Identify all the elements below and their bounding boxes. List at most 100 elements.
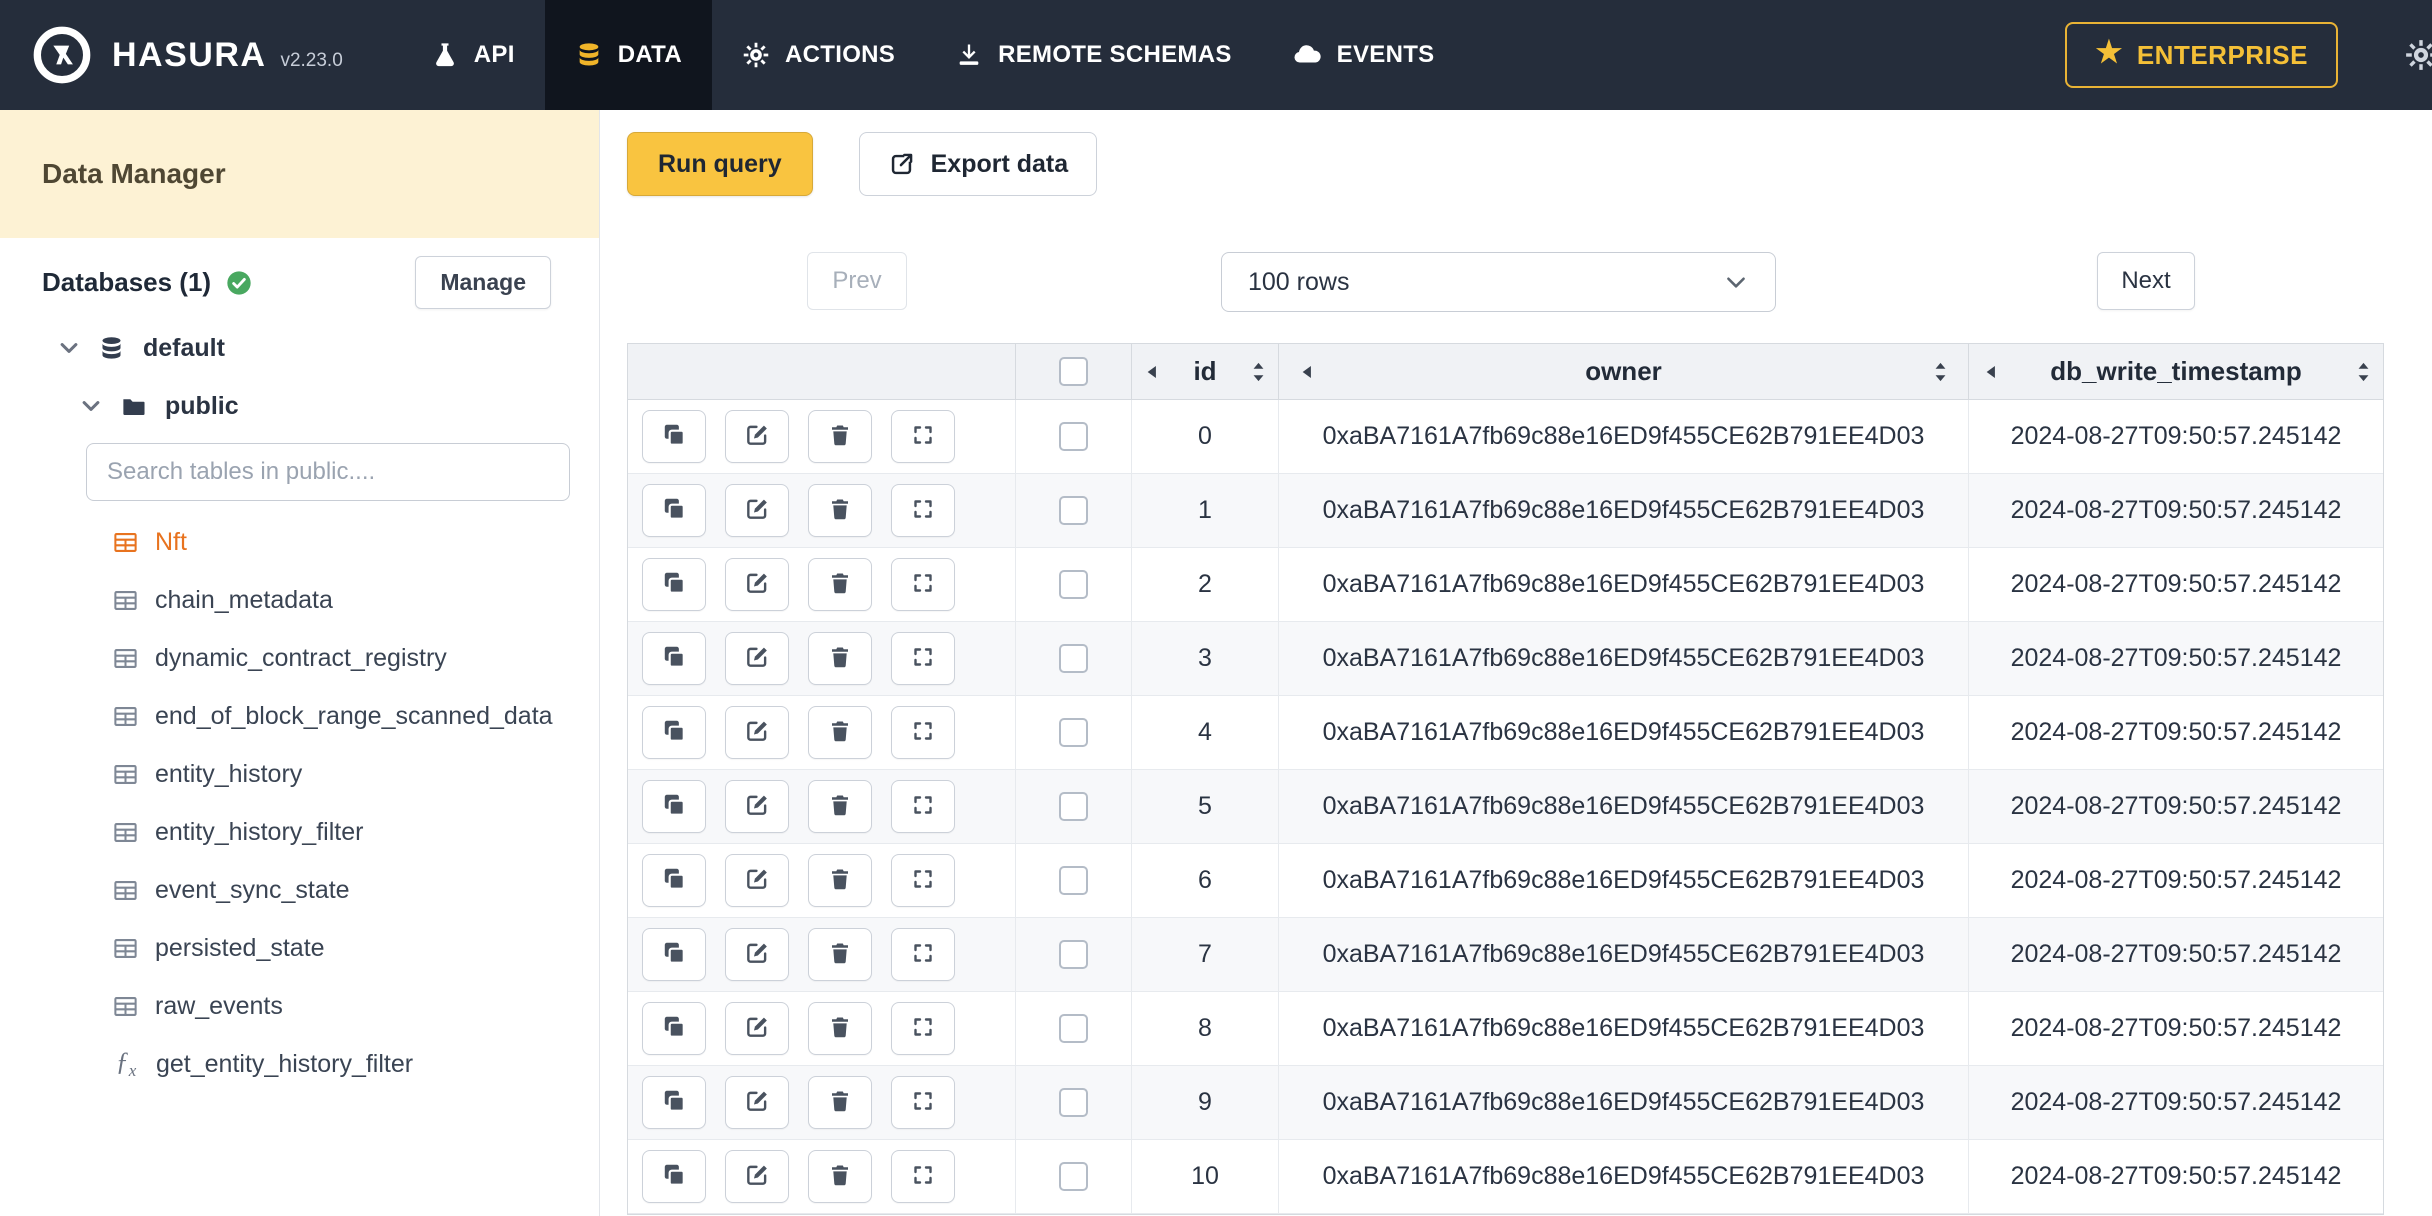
row-checkbox[interactable] (1059, 422, 1088, 451)
delete-row-button[interactable] (808, 780, 872, 833)
row-checkbox[interactable] (1059, 940, 1088, 969)
delete-row-button[interactable] (808, 706, 872, 759)
chevron-down-icon[interactable] (58, 337, 80, 359)
manage-button[interactable]: Manage (415, 256, 551, 309)
clone-row-button[interactable] (642, 1076, 706, 1129)
sidebar-table-item[interactable]: raw_events (0, 977, 599, 1035)
expand-row-button[interactable] (891, 558, 955, 611)
delete-row-button[interactable] (808, 410, 872, 463)
edit-row-button[interactable] (725, 854, 789, 907)
column-header-owner[interactable]: owner (1279, 344, 1969, 399)
delete-row-button[interactable] (808, 558, 872, 611)
edit-row-button[interactable] (725, 1150, 789, 1203)
clone-row-button[interactable] (642, 706, 706, 759)
delete-row-button[interactable] (808, 854, 872, 907)
delete-row-button[interactable] (808, 1076, 872, 1129)
row-checkbox[interactable] (1059, 1014, 1088, 1043)
row-checkbox[interactable] (1059, 792, 1088, 821)
expand-row-button[interactable] (891, 1002, 955, 1055)
sidebar-table-item[interactable]: event_sync_state (0, 861, 599, 919)
clone-row-button[interactable] (642, 558, 706, 611)
sidebar-table-item[interactable]: persisted_state (0, 919, 599, 977)
data-manager-header: Data Manager (0, 110, 599, 238)
settings-gear-icon[interactable] (2404, 38, 2432, 72)
clone-row-button[interactable] (642, 1002, 706, 1055)
sort-icon[interactable] (1933, 360, 1948, 384)
clone-row-button[interactable] (642, 780, 706, 833)
clone-row-button[interactable] (642, 632, 706, 685)
row-checkbox[interactable] (1059, 866, 1088, 895)
nav-item-actions[interactable]: ACTIONS (712, 0, 925, 110)
chevron-down-icon[interactable] (80, 395, 102, 417)
next-page-button[interactable]: Next (2097, 252, 2195, 310)
clone-row-button[interactable] (642, 484, 706, 537)
expand-row-button[interactable] (891, 928, 955, 981)
table-row: 4 0xaBA7161A7fb69c88e16ED9f455CE62B791EE… (628, 696, 2383, 770)
row-actions-cell (628, 696, 1016, 769)
edit-row-button[interactable] (725, 410, 789, 463)
edit-row-button[interactable] (725, 1076, 789, 1129)
rows-per-page-select[interactable]: 100 rows (1221, 252, 1776, 312)
browse-rows-main: Run query Export data Prev 100 rows Next… (600, 110, 2432, 1216)
table-name: event_sync_state (155, 875, 350, 904)
expand-row-button[interactable] (891, 484, 955, 537)
sidebar-table-item[interactable]: chain_metadata (0, 571, 599, 629)
clone-row-button[interactable] (642, 1150, 706, 1203)
clone-row-button[interactable] (642, 928, 706, 981)
table-name: chain_metadata (155, 585, 333, 614)
row-checkbox[interactable] (1059, 1088, 1088, 1117)
expand-row-button[interactable] (891, 1076, 955, 1129)
clone-row-button[interactable] (642, 410, 706, 463)
row-checkbox[interactable] (1059, 1162, 1088, 1191)
select-all-checkbox[interactable] (1059, 357, 1088, 386)
edit-row-button[interactable] (725, 632, 789, 685)
nav-item-api[interactable]: API (401, 0, 545, 110)
column-header-id[interactable]: id (1132, 344, 1279, 399)
row-checkbox[interactable] (1059, 718, 1088, 747)
sidebar-table-item[interactable]: entity_history (0, 745, 599, 803)
expand-row-button[interactable] (891, 854, 955, 907)
sort-icon[interactable] (2356, 360, 2371, 384)
tree-item-public-schema[interactable]: public (0, 377, 599, 435)
edit-row-button[interactable] (725, 928, 789, 981)
search-tables-input[interactable] (86, 443, 570, 501)
export-data-button[interactable]: Export data (858, 132, 1098, 196)
sort-icon[interactable] (1251, 360, 1266, 384)
tree-item-default-database[interactable]: default (0, 319, 599, 377)
delete-row-button[interactable] (808, 1002, 872, 1055)
row-actions-cell (628, 548, 1016, 621)
sidebar-table-item[interactable]: Nft (0, 513, 599, 571)
column-header-db-write-timestamp[interactable]: db_write_timestamp (1969, 344, 2383, 399)
nav-item-remote-schemas[interactable]: REMOTE SCHEMAS (925, 0, 1262, 110)
edit-row-button[interactable] (725, 558, 789, 611)
sidebar-table-item[interactable]: dynamic_contract_registry (0, 629, 599, 687)
edit-row-button[interactable] (725, 1002, 789, 1055)
expand-row-button[interactable] (891, 1150, 955, 1203)
nav-item-events[interactable]: EVENTS (1262, 0, 1465, 110)
row-checkbox[interactable] (1059, 570, 1088, 599)
sidebar-table-item[interactable]: entity_history_filter (0, 803, 599, 861)
prev-page-button[interactable]: Prev (807, 252, 907, 310)
enterprise-button[interactable]: ★ ENTERPRISE (2065, 22, 2338, 88)
delete-row-button[interactable] (808, 484, 872, 537)
delete-row-button[interactable] (808, 1150, 872, 1203)
expand-row-button[interactable] (891, 632, 955, 685)
edit-row-button[interactable] (725, 484, 789, 537)
edit-row-button[interactable] (725, 706, 789, 759)
clone-row-button[interactable] (642, 854, 706, 907)
expand-icon (911, 497, 935, 524)
sidebar-function-item[interactable]: ƒx get_entity_history_filter (0, 1035, 599, 1093)
cell-id: 5 (1132, 770, 1279, 843)
expand-row-button[interactable] (891, 410, 955, 463)
edit-row-button[interactable] (725, 780, 789, 833)
hasura-brand[interactable]: HASURA v2.23.0 (0, 0, 373, 110)
run-query-button[interactable]: Run query (627, 132, 813, 196)
expand-row-button[interactable] (891, 780, 955, 833)
nav-item-data[interactable]: DATA (544, 0, 712, 110)
delete-row-button[interactable] (808, 632, 872, 685)
row-checkbox[interactable] (1059, 496, 1088, 525)
expand-row-button[interactable] (891, 706, 955, 759)
delete-row-button[interactable] (808, 928, 872, 981)
row-checkbox[interactable] (1059, 644, 1088, 673)
sidebar-table-item[interactable]: end_of_block_range_scanned_data (0, 687, 599, 745)
